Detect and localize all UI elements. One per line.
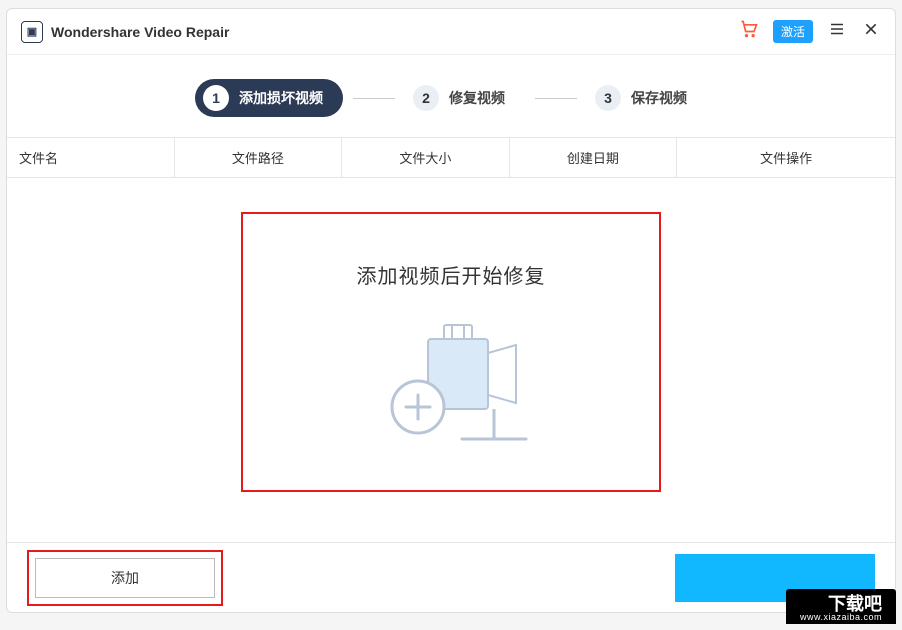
step-number: 3	[595, 85, 621, 111]
step-1: 1 添加损坏视频	[195, 79, 343, 117]
drop-zone[interactable]: 添加视频后开始修复	[241, 212, 661, 492]
step-number: 2	[413, 85, 439, 111]
close-icon[interactable]	[861, 21, 881, 42]
app-logo-icon: ▣	[21, 21, 43, 43]
menu-icon[interactable]	[827, 20, 847, 43]
add-button[interactable]: 添加	[35, 558, 215, 598]
step-number: 1	[203, 85, 229, 111]
column-filename: 文件名	[7, 138, 175, 177]
bottom-bar: 添加	[7, 542, 895, 612]
step-label: 保存视频	[631, 88, 687, 108]
step-divider	[535, 98, 577, 99]
column-actions: 文件操作	[677, 138, 895, 177]
step-indicator: 1 添加损坏视频 2 修复视频 3 保存视频	[7, 55, 895, 137]
app-window: ▣ Wondershare Video Repair 激活	[6, 8, 896, 613]
camera-add-icon	[366, 321, 536, 451]
activate-button[interactable]: 激活	[773, 20, 813, 43]
step-label: 修复视频	[449, 88, 505, 108]
cart-icon[interactable]	[739, 19, 759, 44]
titlebar-actions: 激活	[739, 19, 881, 44]
step-2: 2 修复视频	[405, 79, 525, 117]
titlebar: ▣ Wondershare Video Repair 激活	[7, 9, 895, 55]
watermark-main: 下载吧	[828, 594, 882, 614]
step-3: 3 保存视频	[587, 79, 707, 117]
content-area: 添加视频后开始修复	[7, 178, 895, 542]
watermark: 下载吧 www.xiazaiba.com	[786, 589, 896, 624]
drop-zone-title: 添加视频后开始修复	[357, 260, 546, 289]
add-button-highlight: 添加	[27, 550, 223, 606]
column-created: 创建日期	[510, 138, 678, 177]
watermark-sub: www.xiazaiba.com	[800, 613, 882, 622]
table-header: 文件名 文件路径 文件大小 创建日期 文件操作	[7, 137, 895, 178]
column-filesize: 文件大小	[342, 138, 510, 177]
column-filepath: 文件路径	[175, 138, 343, 177]
step-label: 添加损坏视频	[239, 88, 323, 108]
app-title: Wondershare Video Repair	[51, 24, 229, 40]
step-divider	[353, 98, 395, 99]
